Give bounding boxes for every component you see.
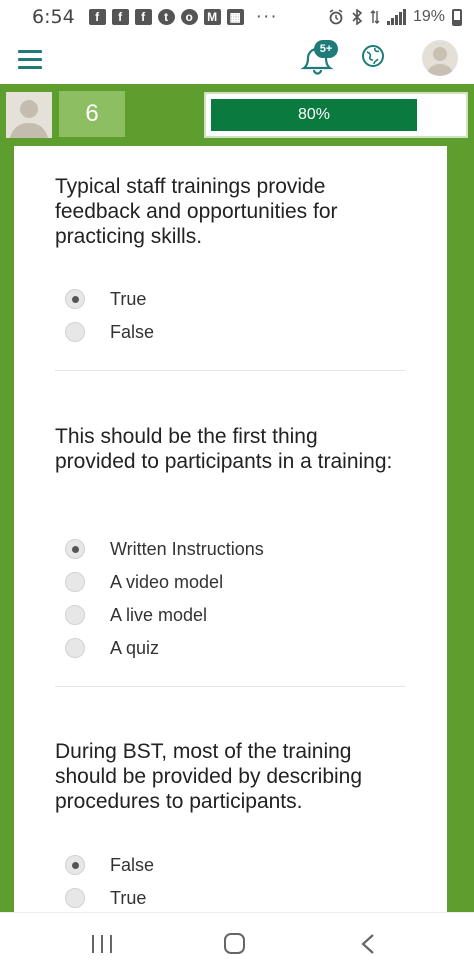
option-label: A quiz bbox=[110, 637, 160, 658]
question-2-option-written-instructions[interactable]: Written Instructions bbox=[65, 536, 264, 562]
status-right: 19% bbox=[328, 8, 462, 26]
divider bbox=[55, 686, 405, 687]
facebook-icon: f bbox=[134, 9, 152, 25]
quiz-card: Typical staff trainings provide feedback… bbox=[14, 146, 447, 912]
question-2-option-quiz[interactable]: A quiz bbox=[65, 635, 159, 661]
menu-icon[interactable] bbox=[18, 50, 42, 70]
avatar[interactable] bbox=[422, 40, 458, 76]
opera-icon: o bbox=[180, 9, 198, 25]
back-icon[interactable] bbox=[358, 933, 378, 955]
question-2-option-live-model[interactable]: A live model bbox=[65, 602, 207, 628]
question-3-option-false[interactable]: False bbox=[65, 852, 154, 878]
battery-percent: 19% bbox=[412, 8, 445, 25]
battery-icon bbox=[452, 8, 462, 26]
status-bar: 6:54 f f f t o M ▦ ··· 19% bbox=[0, 0, 474, 34]
question-2-option-video-model[interactable]: A video model bbox=[65, 569, 223, 595]
question-3-text: During BST, most of the training should … bbox=[55, 740, 363, 813]
question-2-text: This should be the first thing provided … bbox=[55, 425, 393, 473]
home-icon[interactable] bbox=[224, 933, 245, 954]
signal-icon bbox=[386, 9, 406, 25]
progress-label: 80% bbox=[297, 106, 331, 123]
twitter-icon: t bbox=[157, 9, 175, 25]
alarm-icon bbox=[329, 9, 343, 25]
divider bbox=[55, 370, 405, 371]
status-app-icons: f f f t o M ▦ bbox=[88, 9, 244, 25]
option-label: Written Instructions bbox=[110, 538, 264, 559]
option-label: True bbox=[110, 288, 147, 309]
facebook-icon: f bbox=[111, 9, 129, 25]
question-1-option-true[interactable]: True bbox=[65, 286, 146, 312]
radio-button[interactable] bbox=[65, 322, 85, 342]
question-1-text: Typical staff trainings provide feedback… bbox=[55, 175, 338, 248]
radio-button[interactable] bbox=[65, 855, 85, 875]
question-1-option-false[interactable]: False bbox=[65, 319, 154, 345]
more-notifications-icon: ··· bbox=[255, 6, 278, 27]
radio-button[interactable] bbox=[65, 888, 85, 908]
radio-button[interactable] bbox=[65, 572, 85, 592]
option-label: False bbox=[110, 854, 155, 875]
notification-badge: 5+ bbox=[314, 40, 338, 58]
photo-icon: ▦ bbox=[226, 9, 244, 25]
option-label: True bbox=[110, 887, 147, 908]
data-icon bbox=[370, 10, 380, 24]
progress-band: 6 80% bbox=[0, 84, 474, 146]
option-label: A video model bbox=[110, 571, 224, 592]
system-nav-bar bbox=[0, 912, 474, 974]
status-time: 6:54 bbox=[32, 6, 75, 28]
bluetooth-icon bbox=[352, 9, 363, 25]
facebook-icon: f bbox=[88, 9, 106, 25]
gmail-icon: M bbox=[203, 9, 221, 25]
radio-button[interactable] bbox=[65, 638, 85, 658]
user-avatar[interactable] bbox=[6, 92, 52, 138]
level-number: 6 bbox=[59, 91, 125, 137]
question-3-option-true[interactable]: True bbox=[65, 885, 146, 911]
option-label: False bbox=[110, 321, 155, 342]
radio-button[interactable] bbox=[65, 605, 85, 625]
option-label: A live model bbox=[110, 604, 208, 625]
recents-icon[interactable] bbox=[92, 935, 112, 953]
content-area[interactable]: Typical staff trainings provide feedback… bbox=[0, 146, 474, 912]
radio-button[interactable] bbox=[65, 539, 85, 559]
app-header: 5+ bbox=[0, 34, 474, 84]
radio-button[interactable] bbox=[65, 289, 85, 309]
globe-icon[interactable] bbox=[361, 44, 385, 68]
progress-bar: 80% bbox=[204, 92, 468, 138]
